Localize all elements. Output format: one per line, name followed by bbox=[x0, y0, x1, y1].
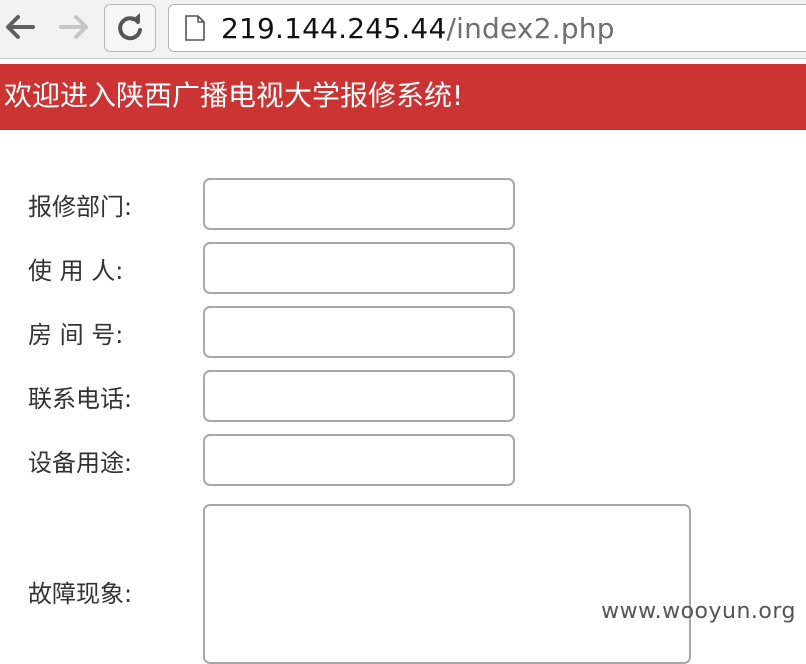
back-button[interactable] bbox=[0, 6, 40, 48]
reload-icon bbox=[118, 13, 142, 41]
user-input[interactable] bbox=[203, 242, 515, 294]
reload-button[interactable] bbox=[104, 4, 156, 52]
url-host: 219.144.245.44 bbox=[221, 11, 447, 45]
url-path: /index2.php bbox=[446, 11, 615, 45]
usage-label: 设备用途: bbox=[28, 449, 133, 477]
phone-input[interactable] bbox=[203, 370, 515, 422]
page-icon bbox=[185, 15, 205, 41]
browser-toolbar: 219.144.245.44/index2.php bbox=[0, 0, 806, 59]
fault-textarea[interactable] bbox=[203, 504, 691, 664]
forward-button[interactable] bbox=[54, 6, 94, 48]
usage-input[interactable] bbox=[203, 434, 515, 486]
user-label: 使 用 人: bbox=[28, 257, 124, 285]
room-input[interactable] bbox=[203, 306, 515, 358]
back-arrow-icon bbox=[6, 15, 35, 39]
forward-arrow-icon bbox=[59, 15, 88, 39]
department-label: 报修部门: bbox=[28, 193, 133, 221]
page-banner: 欢迎进入陕西广播电视大学报修系统! bbox=[0, 64, 806, 130]
room-label: 房 间 号: bbox=[28, 321, 124, 349]
department-input[interactable] bbox=[203, 178, 515, 230]
address-bar[interactable]: 219.144.245.44/index2.php bbox=[168, 4, 806, 52]
watermark: www.wooyun.org bbox=[601, 599, 796, 624]
phone-label: 联系电话: bbox=[28, 385, 133, 413]
url-text: 219.144.245.44/index2.php bbox=[221, 12, 615, 45]
fault-label: 故障现象: bbox=[28, 580, 133, 608]
